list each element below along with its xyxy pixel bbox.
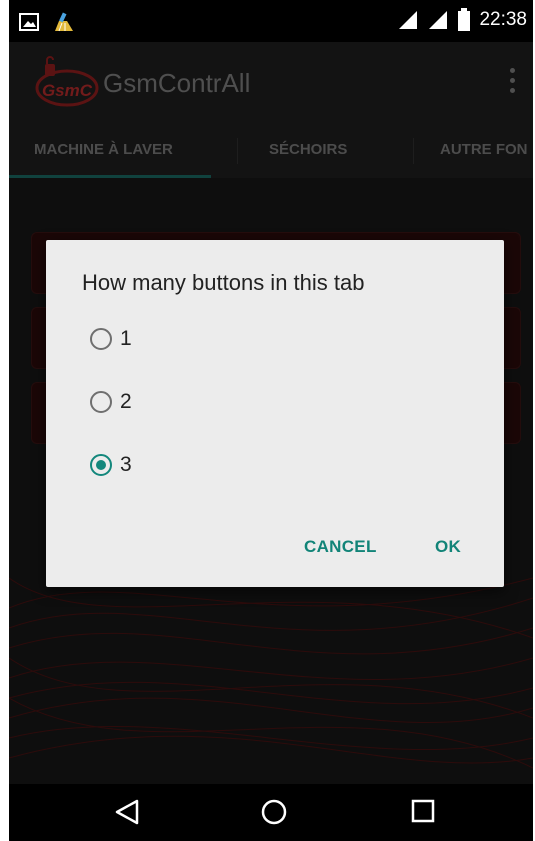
phone-screen: 22:38 GsmC GsmContrAll MACHINE À LAVER S… <box>9 0 533 841</box>
option-label: 1 <box>120 327 132 350</box>
option-label: 2 <box>120 390 132 413</box>
cleaner-broom-icon <box>55 12 73 32</box>
cancel-button[interactable]: CANCEL <box>304 537 377 557</box>
recents-icon[interactable] <box>410 798 436 824</box>
option-3[interactable]: 3 <box>90 450 132 480</box>
option-2[interactable]: 2 <box>90 387 132 417</box>
back-icon[interactable] <box>113 798 141 826</box>
status-bar: 22:38 <box>9 0 533 42</box>
navigation-bar <box>9 784 533 841</box>
radio-button[interactable] <box>90 328 112 350</box>
battery-icon <box>458 8 471 31</box>
radio-button-checked[interactable] <box>90 454 112 476</box>
signal-icon <box>429 11 448 29</box>
radio-button[interactable] <box>90 391 112 413</box>
option-1[interactable]: 1 <box>90 324 132 354</box>
image-notification-icon <box>19 13 39 31</box>
home-icon[interactable] <box>260 798 288 826</box>
signal-icon <box>399 11 418 29</box>
status-time: 22:38 <box>479 9 527 30</box>
buttons-count-dialog: How many buttons in this tab 1 2 3 CANCE… <box>46 240 504 587</box>
ok-button[interactable]: OK <box>435 537 461 557</box>
option-label: 3 <box>120 453 132 476</box>
dialog-title: How many buttons in this tab <box>82 270 365 295</box>
